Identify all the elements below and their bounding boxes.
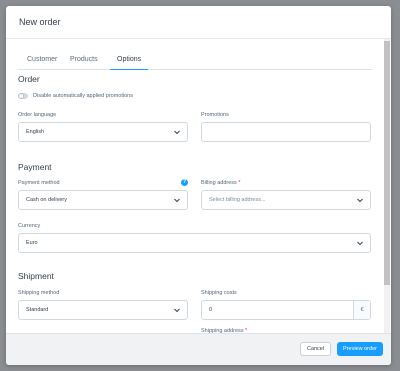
modal-body: Customer Products Options <box>6 39 391 334</box>
chevron-down-icon <box>357 241 363 246</box>
new-order-modal: New order Customer Products Options Orde… <box>6 6 391 365</box>
required-marker: * <box>238 180 241 186</box>
tab-options[interactable]: Options <box>110 50 149 70</box>
promotions-label: Promotions <box>201 112 229 118</box>
scrollbar[interactable] <box>384 39 390 334</box>
tab-bar: Customer Products Options <box>18 50 372 70</box>
chevron-down-icon <box>174 308 180 313</box>
modal-title: New order <box>19 17 61 27</box>
chevron-down-icon <box>174 130 180 135</box>
payment-method-value: Cash on delivery <box>26 197 67 203</box>
shipping-costs-label: Shipping costs <box>201 290 237 296</box>
scrollbar-thumb[interactable] <box>384 41 390 285</box>
payment-method-label: Payment method <box>18 180 60 186</box>
order-language-label: Order language <box>18 112 57 118</box>
shipping-costs-value: 0 <box>209 307 213 313</box>
shipping-method-label: Shipping method <box>18 290 60 296</box>
billing-address-label: Billing address * <box>201 180 240 186</box>
tab-options-label: Options <box>117 56 142 63</box>
currency-value: Euro <box>26 240 38 246</box>
cancel-button[interactable]: Cancel <box>300 342 331 356</box>
chevron-down-icon <box>357 198 363 203</box>
currency-label: Currency <box>18 223 41 229</box>
billing-address-select[interactable]: Select billing address... <box>201 190 371 210</box>
payment-section-title: Payment <box>18 162 52 172</box>
preview-order-button[interactable]: Preview order <box>337 342 383 356</box>
tab-customer[interactable]: Customer <box>27 50 57 69</box>
billing-address-placeholder: Select billing address... <box>209 197 266 203</box>
promotions-input[interactable] <box>201 122 371 142</box>
shipping-method-select[interactable]: Standard <box>18 300 188 320</box>
shipping-method-value: Standard <box>26 307 49 313</box>
order-language-value: English <box>26 129 45 135</box>
currency-suffix: € <box>353 301 370 319</box>
help-icon[interactable]: ? <box>181 179 188 186</box>
disable-promotions-label: Disable automatically applied promotions <box>33 93 133 99</box>
tab-products[interactable]: Products <box>70 50 98 69</box>
order-section-title: Order <box>18 74 40 84</box>
payment-method-select[interactable]: Cash on delivery <box>18 190 188 210</box>
shipping-costs-input[interactable]: 0 € <box>201 300 371 320</box>
modal-footer: Cancel Preview order <box>6 333 391 365</box>
disable-promotions-toggle[interactable] <box>18 93 28 99</box>
billing-address-label-text: Billing address <box>201 180 237 186</box>
modal-header: New order <box>6 6 391 39</box>
currency-select[interactable]: Euro <box>18 233 371 253</box>
chevron-down-icon <box>174 198 180 203</box>
order-language-select[interactable]: English <box>18 122 188 142</box>
shipment-section-title: Shipment <box>18 271 54 281</box>
